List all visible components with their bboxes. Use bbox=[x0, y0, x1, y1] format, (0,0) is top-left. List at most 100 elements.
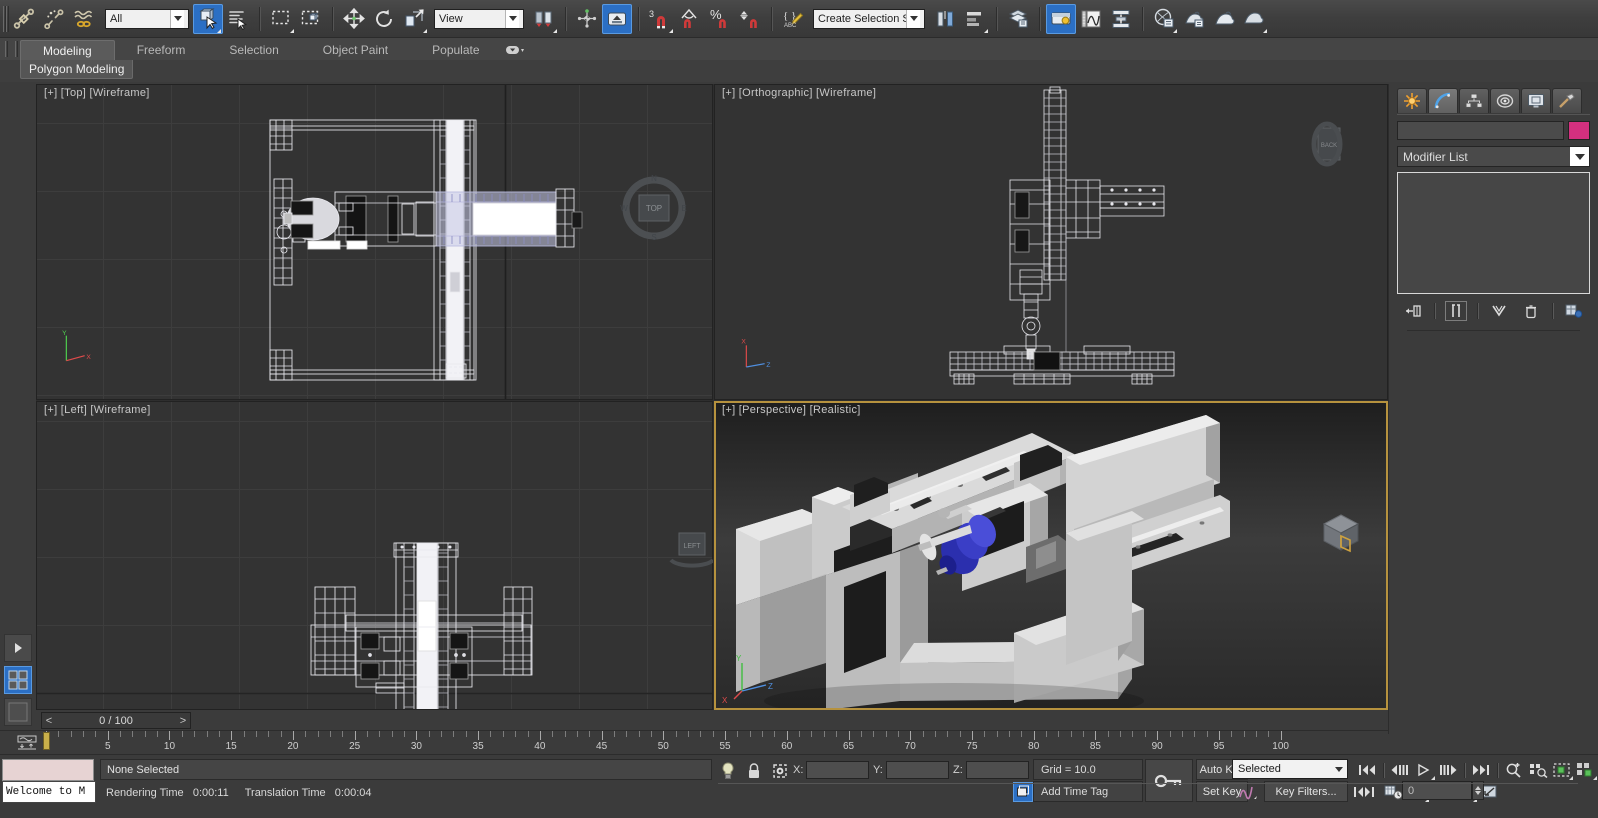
command-tab-motion[interactable] bbox=[1490, 88, 1520, 113]
adaptive-degradation-icon[interactable] bbox=[1013, 782, 1033, 802]
edit-named-selection-sets-button[interactable]: { } ABC bbox=[778, 4, 808, 34]
create-selection-set-combo[interactable]: Create Selection Se bbox=[813, 8, 925, 29]
pin-stack-icon[interactable] bbox=[1402, 301, 1424, 321]
select-and-manipulate-button[interactable] bbox=[572, 4, 602, 34]
modifier-list-combo[interactable]: Modifier List bbox=[1397, 146, 1590, 167]
command-tab-utilities[interactable] bbox=[1552, 88, 1582, 113]
ribbon-tab-modeling[interactable]: Modeling bbox=[20, 40, 115, 60]
viewport-top[interactable]: TOP N W E S Y X [+] [Top] [Wireframe] bbox=[36, 84, 713, 400]
next-frame-button[interactable] bbox=[1436, 760, 1460, 780]
spinner-snap-toggle-button[interactable] bbox=[735, 4, 765, 34]
key-filters-button[interactable]: Key Filters... bbox=[1264, 781, 1348, 802]
top-view-nav-gizmo[interactable]: TOP N W E S bbox=[618, 172, 690, 244]
keyboard-shortcut-override-button[interactable] bbox=[602, 3, 632, 34]
render-setup-button[interactable] bbox=[1179, 4, 1209, 34]
select-and-rotate-button[interactable] bbox=[369, 4, 399, 34]
ribbon-tab-freeform[interactable]: Freeform bbox=[115, 40, 208, 60]
lock-selection-icon[interactable] bbox=[744, 761, 764, 781]
view-cube[interactable] bbox=[1314, 504, 1368, 558]
y-coordinate-field[interactable]: Y: bbox=[873, 761, 949, 779]
command-tab-display[interactable] bbox=[1521, 88, 1551, 113]
toggle-scene-explorer-button[interactable] bbox=[1003, 4, 1033, 34]
unlink-selection-button[interactable] bbox=[39, 4, 69, 34]
chevron-down-icon[interactable] bbox=[505, 9, 519, 28]
z-coordinate-field[interactable]: Z: bbox=[953, 761, 1029, 779]
key-mode-nav-button[interactable] bbox=[1352, 782, 1376, 802]
open-mini-curve-editor-button[interactable] bbox=[14, 733, 40, 751]
add-time-tag-button[interactable]: Add Time Tag bbox=[1033, 781, 1143, 802]
select-and-uniform-scale-button[interactable] bbox=[399, 4, 429, 34]
toggle-ribbon-button[interactable] bbox=[1046, 3, 1076, 34]
object-name-field[interactable] bbox=[1397, 121, 1564, 140]
selection-level-combo[interactable]: Selected bbox=[1232, 759, 1348, 779]
track-bar[interactable]: 0510152025303540455055606570758085909510… bbox=[0, 730, 1388, 754]
isolate-bulb-icon[interactable] bbox=[718, 761, 738, 781]
time-slider-handle[interactable] bbox=[43, 732, 50, 750]
rectangular-selection-region-button[interactable] bbox=[266, 4, 296, 34]
key-mode-toggle[interactable] bbox=[1145, 759, 1193, 802]
maxscript-mini-listener[interactable] bbox=[2, 759, 94, 781]
use-pivot-point-center-button[interactable] bbox=[529, 4, 559, 34]
select-and-move-button[interactable] bbox=[339, 4, 369, 34]
render-production-button[interactable] bbox=[1239, 4, 1269, 34]
snaps-toggle-button[interactable]: 3 bbox=[645, 4, 675, 34]
previous-frame-button[interactable] bbox=[1388, 760, 1412, 780]
mirror-button[interactable] bbox=[930, 4, 960, 34]
command-tab-modify[interactable] bbox=[1428, 88, 1458, 113]
make-unique-icon[interactable] bbox=[1488, 301, 1510, 321]
window-crossing-button[interactable] bbox=[296, 4, 326, 34]
ribbon-tab-populate[interactable]: Populate bbox=[410, 40, 501, 60]
rendered-frame-window-button[interactable] bbox=[1209, 4, 1239, 34]
object-color-swatch[interactable] bbox=[1568, 121, 1590, 140]
viewport-layout-quad-button[interactable] bbox=[4, 666, 32, 694]
ribbon-tab-object-paint[interactable]: Object Paint bbox=[301, 40, 410, 60]
viewport-perspective[interactable]: Y Z X [+] [Perspective] [Realistic] bbox=[714, 401, 1388, 710]
schematic-view-button[interactable] bbox=[1106, 4, 1136, 34]
selection-filter-combo[interactable]: All bbox=[105, 8, 189, 29]
y-value[interactable] bbox=[885, 761, 949, 779]
zoom-extents-all-button[interactable] bbox=[1574, 760, 1598, 780]
chevron-right-icon[interactable]: > bbox=[176, 713, 190, 728]
command-tab-hierarchy[interactable] bbox=[1459, 88, 1489, 113]
go-to-start-button[interactable] bbox=[1355, 760, 1379, 780]
select-object-button[interactable] bbox=[193, 3, 223, 34]
reference-coordinate-system-combo[interactable]: View bbox=[434, 8, 524, 29]
minimize-ribbon-icon[interactable] bbox=[502, 40, 528, 60]
transform-typein-icon[interactable] bbox=[770, 761, 790, 781]
x-value[interactable] bbox=[806, 761, 870, 779]
material-editor-button[interactable] bbox=[1149, 4, 1179, 34]
command-tab-create[interactable] bbox=[1397, 88, 1427, 113]
chevron-down-icon[interactable] bbox=[170, 9, 184, 28]
trash-icon[interactable] bbox=[1520, 301, 1542, 321]
select-by-name-button[interactable] bbox=[223, 4, 253, 34]
time-slider[interactable]: < 0 / 100 > bbox=[41, 712, 191, 729]
chevron-down-icon[interactable] bbox=[906, 9, 920, 28]
curve-editor-button[interactable] bbox=[1076, 4, 1106, 34]
zoom-extents-button[interactable] bbox=[1550, 760, 1574, 780]
bind-to-space-warp-button[interactable] bbox=[69, 4, 99, 34]
expand-layout-panel-button[interactable] bbox=[4, 634, 32, 662]
align-button[interactable] bbox=[960, 4, 990, 34]
z-value[interactable] bbox=[965, 761, 1029, 779]
viewport-layout-alt-button[interactable] bbox=[4, 698, 32, 726]
percent-snap-toggle-button[interactable]: % bbox=[705, 4, 735, 34]
go-to-end-button[interactable] bbox=[1469, 760, 1493, 780]
modifier-stack[interactable] bbox=[1397, 172, 1590, 294]
orthographic-view-nav-gizmo[interactable]: BACK bbox=[1306, 112, 1348, 178]
x-coordinate-field[interactable]: X: bbox=[793, 761, 870, 779]
ribbon-grip[interactable] bbox=[0, 38, 10, 60]
play-animation-button[interactable] bbox=[1412, 760, 1436, 780]
show-end-result-icon[interactable] bbox=[1445, 301, 1467, 321]
parameter-curve-out-of-range-button[interactable] bbox=[1235, 781, 1261, 802]
viewport-left[interactable]: LEFT Y Z [+] [Left] [Wireframe] bbox=[36, 401, 713, 710]
maxscript-entry-field[interactable]: Welcome to M bbox=[2, 781, 96, 803]
angle-snap-toggle-button[interactable] bbox=[675, 4, 705, 34]
ribbon-tab-selection[interactable]: Selection bbox=[207, 40, 300, 60]
track-bar-ruler[interactable]: 0510152025303540455055606570758085909510… bbox=[43, 731, 1388, 755]
ribbon-panel-polygon-modeling[interactable]: Polygon Modeling bbox=[20, 60, 134, 79]
zoom-all-button[interactable] bbox=[1526, 760, 1550, 780]
configure-modifier-sets-icon[interactable] bbox=[1563, 301, 1585, 321]
ribbon-grip-2[interactable] bbox=[10, 38, 20, 60]
zoom-button[interactable] bbox=[1502, 760, 1526, 780]
chevron-left-icon[interactable]: < bbox=[42, 713, 56, 728]
